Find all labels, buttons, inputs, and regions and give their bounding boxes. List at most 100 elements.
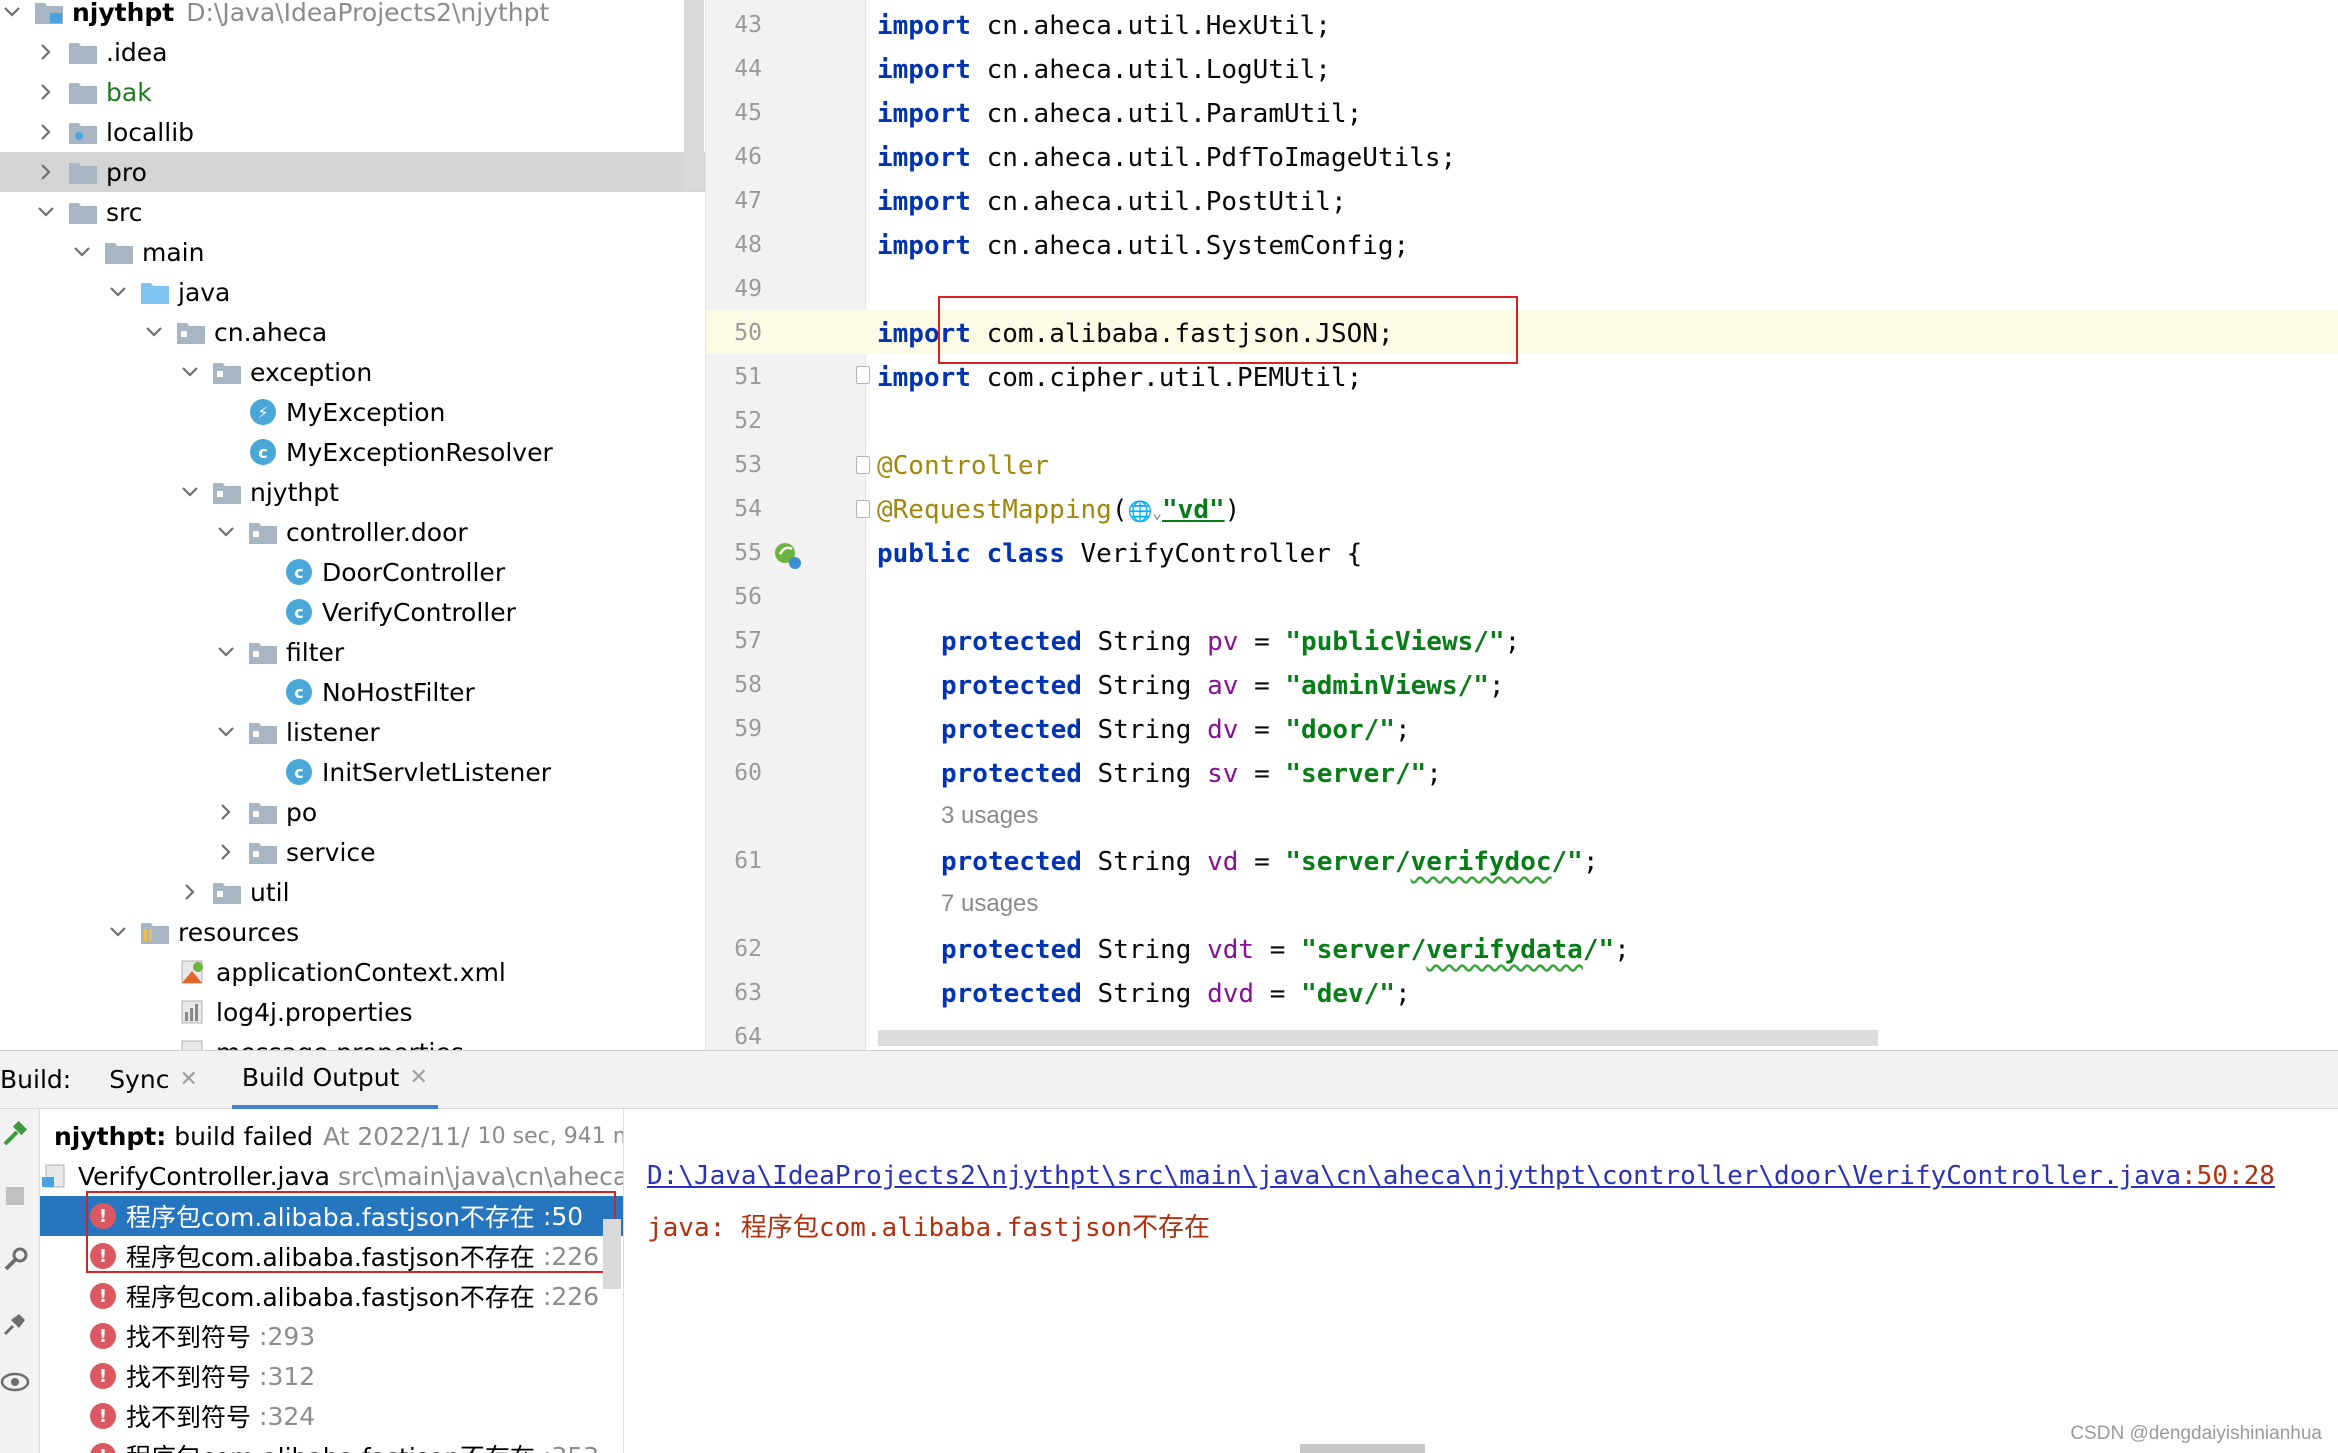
tree-item-initservletlistener[interactable]: c InitServletListener <box>0 752 705 792</box>
fold-marker[interactable] <box>856 500 870 518</box>
line-number: 58 <box>734 672 762 698</box>
line-number: 46 <box>734 144 762 170</box>
tree-item-po[interactable]: po <box>0 792 705 832</box>
pin-icon[interactable] <box>0 1309 30 1339</box>
chevron-down-icon[interactable] <box>178 360 202 384</box>
tree-item-filter[interactable]: filter <box>0 632 705 672</box>
tree-item-bak[interactable]: bak <box>0 72 705 112</box>
watermark: CSDN @dengdaiyishinianhua <box>2070 1423 2322 1444</box>
error-file-link[interactable]: D:\Java\IdeaProjects2\njythpt\src\main\j… <box>647 1161 2275 1191</box>
tree-item-message-properties[interactable]: message.properties <box>0 1032 705 1050</box>
close-icon[interactable]: ✕ <box>179 1067 197 1092</box>
chevron-down-icon[interactable] <box>34 200 58 224</box>
chevron-down-icon[interactable] <box>178 480 202 504</box>
tree-item-myexceptionresolver[interactable]: c MyExceptionResolver <box>0 432 705 472</box>
error-icon: ! <box>90 1323 116 1349</box>
chevron-right-icon[interactable] <box>214 800 238 824</box>
tree-item-util[interactable]: util <box>0 872 705 912</box>
project-scrollbar[interactable] <box>684 0 704 190</box>
tree-item-verifycontroller[interactable]: c VerifyController <box>0 592 705 632</box>
chevron-right-icon[interactable] <box>214 840 238 864</box>
tree-item-njythpt-package[interactable]: njythpt <box>0 472 705 512</box>
editor-horizontal-scrollbar[interactable] <box>878 1030 1878 1046</box>
code-line-58: protected String av = "adminViews/"; <box>941 671 1505 701</box>
tree-item-controller-door[interactable]: controller.door <box>0 512 705 552</box>
chevron-right-icon[interactable] <box>178 880 202 904</box>
build-output-console[interactable]: D:\Java\IdeaProjects2\njythpt\src\main\j… <box>625 1109 2338 1453</box>
folder-icon <box>68 79 98 105</box>
line-number: 60 <box>734 760 762 786</box>
build-summary-row[interactable]: njythpt: build failed At 2022/11/ 10 sec… <box>40 1116 623 1156</box>
chevron-right-icon[interactable] <box>34 160 58 184</box>
code-editor[interactable]: 43 44 45 46 47 48 49 50 51 52 53 54 55 5… <box>705 0 2338 1050</box>
tree-item-cn-aheca[interactable]: cn.aheca <box>0 312 705 352</box>
package-icon <box>248 519 278 545</box>
tree-item-nohostfilter[interactable]: c NoHostFilter <box>0 672 705 712</box>
fold-marker[interactable] <box>856 366 870 384</box>
tree-item-main[interactable]: main <box>0 232 705 272</box>
build-tree: njythpt: build failed At 2022/11/ 10 sec… <box>40 1109 624 1453</box>
java-file-icon <box>40 1163 70 1189</box>
web-url-icon[interactable]: 🌐 <box>1127 499 1152 523</box>
usages-hint[interactable]: 7 usages <box>941 890 1038 918</box>
build-side-toolbar <box>0 1109 40 1453</box>
line-number: 62 <box>734 936 762 962</box>
chevron-down-icon[interactable] <box>106 920 130 944</box>
folder-icon <box>104 239 134 265</box>
module-folder-icon <box>34 0 64 25</box>
tree-item-myexception[interactable]: ⚡ MyException <box>0 392 705 432</box>
tree-item-exception[interactable]: exception <box>0 352 705 392</box>
chevron-down-icon[interactable] <box>142 320 166 344</box>
resources-folder-icon <box>140 919 170 945</box>
build-file-row[interactable]: VerifyController.java src\main\java\cn\a… <box>40 1156 623 1196</box>
stop-icon[interactable] <box>0 1181 30 1211</box>
code-line-48: import cn.aheca.util.SystemConfig; <box>877 231 1410 261</box>
folder-icon <box>68 39 98 65</box>
output-horizontal-scrollbar[interactable] <box>1300 1444 1425 1453</box>
chevron-down-icon[interactable] <box>214 640 238 664</box>
spring-bean-gutter-icon[interactable] <box>772 540 804 572</box>
tree-item-doorcontroller[interactable]: c DoorController <box>0 552 705 592</box>
tree-item-log4j-properties[interactable]: log4j.properties <box>0 992 705 1032</box>
code-line-53: @Controller <box>877 451 1050 481</box>
tree-item-idea[interactable]: .idea <box>0 32 705 72</box>
tree-item-pro[interactable]: pro <box>0 152 705 192</box>
close-icon[interactable]: ✕ <box>409 1065 427 1090</box>
rebuild-hammer-icon[interactable] <box>0 1119 30 1149</box>
line-number: 63 <box>734 980 762 1006</box>
tree-item-project-root[interactable]: njythpt D:\Java\IdeaProjects2\njythpt <box>0 0 705 32</box>
tree-item-service[interactable]: service <box>0 832 705 872</box>
class-icon: c <box>286 559 312 585</box>
chevron-down-icon[interactable] <box>106 280 130 304</box>
chevron-right-icon[interactable] <box>34 120 58 144</box>
properties-file-icon <box>178 999 208 1025</box>
chevron-down-icon[interactable] <box>214 720 238 744</box>
chevron-right-icon[interactable] <box>34 40 58 64</box>
tree-item-applicationcontext[interactable]: applicationContext.xml <box>0 952 705 992</box>
error-icon: ! <box>90 1363 116 1389</box>
build-error-row[interactable]: ! 找不到符号 :312 <box>40 1356 623 1396</box>
build-error-row[interactable]: ! 程序包com.alibaba.fastjson不存在 :353 <box>40 1436 623 1453</box>
line-number: 54 <box>734 496 762 522</box>
tab-sync[interactable]: Sync ✕ <box>99 1051 208 1109</box>
chevron-down-icon[interactable] <box>70 240 94 264</box>
build-error-row[interactable]: ! 程序包com.alibaba.fastjson不存在 :226 <box>40 1276 623 1316</box>
fold-marker[interactable] <box>856 456 870 474</box>
code-line-55: public class VerifyController { <box>877 539 1363 569</box>
chevron-down-icon[interactable] <box>0 0 24 24</box>
chevron-down-icon[interactable] <box>214 520 238 544</box>
tree-item-resources[interactable]: resources <box>0 912 705 952</box>
eye-icon[interactable] <box>0 1367 30 1397</box>
build-error-row[interactable]: ! 找不到符号 :293 <box>40 1316 623 1356</box>
build-tree-scrollbar[interactable] <box>603 1219 621 1289</box>
build-error-row[interactable]: ! 找不到符号 :324 <box>40 1396 623 1436</box>
usages-hint[interactable]: 3 usages <box>941 802 1038 830</box>
build-tab-bar: Build: Sync ✕ Build Output ✕ <box>0 1051 2338 1109</box>
tab-build-output[interactable]: Build Output ✕ <box>231 1051 438 1109</box>
tree-item-src[interactable]: src <box>0 192 705 232</box>
tree-item-listener[interactable]: listener <box>0 712 705 752</box>
tree-item-locallib[interactable]: locallib <box>0 112 705 152</box>
tree-item-java[interactable]: java <box>0 272 705 312</box>
chevron-right-icon[interactable] <box>34 80 58 104</box>
wrench-icon[interactable] <box>0 1245 30 1275</box>
